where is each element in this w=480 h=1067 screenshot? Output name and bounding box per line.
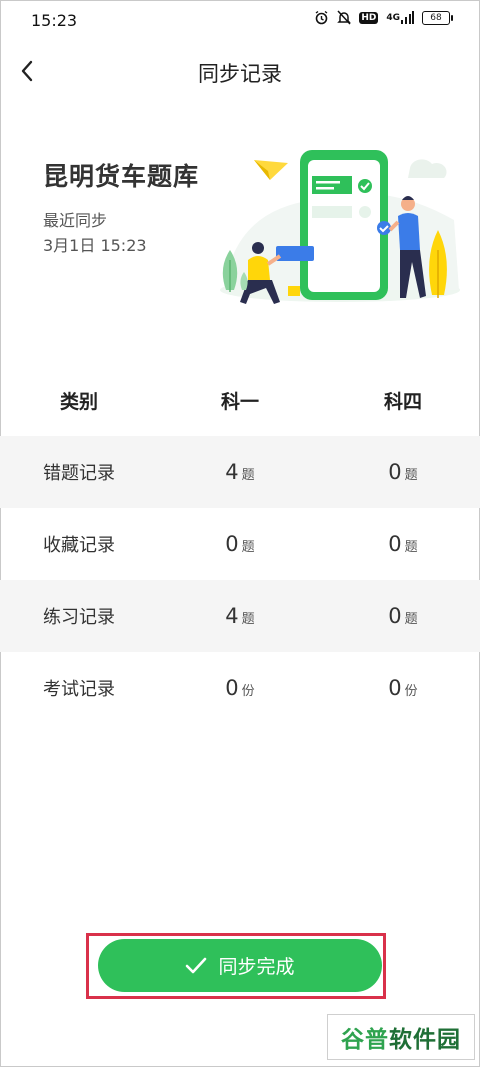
nav-bar: 同步记录 bbox=[0, 42, 480, 104]
status-time: 15:23 bbox=[31, 11, 78, 30]
count-unit: 题 bbox=[404, 612, 418, 627]
table-header: 类别 科一 科四 bbox=[0, 364, 480, 436]
count-value: 0 bbox=[388, 604, 402, 628]
checkmark-icon bbox=[185, 957, 207, 975]
count-value: 4 bbox=[225, 604, 239, 628]
subject-one-count: 4题 bbox=[160, 460, 320, 484]
count-unit: 题 bbox=[404, 468, 418, 483]
table-row-practice: 练习记录 4题 0题 bbox=[0, 580, 480, 652]
signal-icon: 4G bbox=[386, 11, 414, 24]
count-unit: 份 bbox=[404, 684, 418, 699]
records-table: 类别 科一 科四 错题记录 4题 0题 收藏记录 0题 0题 练习记录 4题 0… bbox=[0, 364, 480, 724]
count-unit: 题 bbox=[404, 540, 418, 555]
table-row-wrong-questions: 错题记录 4题 0题 bbox=[0, 436, 480, 508]
count-value: 0 bbox=[225, 676, 239, 700]
subject-four-count: 0题 bbox=[320, 460, 480, 484]
network-label: 4G bbox=[386, 12, 400, 23]
subject-four-count: 0题 bbox=[320, 532, 480, 556]
count-value: 0 bbox=[388, 532, 402, 556]
header-category: 类别 bbox=[60, 390, 99, 413]
subject-one-count: 0份 bbox=[160, 676, 320, 700]
subject-four-count: 0份 bbox=[320, 676, 480, 700]
watermark-part-1: 谷普 bbox=[341, 1027, 389, 1053]
bell-off-icon bbox=[337, 10, 352, 25]
count-unit: 题 bbox=[241, 540, 255, 555]
row-label: 考试记录 bbox=[43, 679, 115, 700]
count-value: 0 bbox=[225, 532, 239, 556]
last-sync-label: 最近同步 bbox=[43, 211, 108, 230]
subject-four-count: 0题 bbox=[320, 604, 480, 628]
hd-badge: HD bbox=[359, 11, 379, 24]
last-sync-time: 3月1日 15:23 bbox=[43, 236, 147, 255]
table-row-exams: 考试记录 0份 0份 bbox=[0, 652, 480, 724]
count-value: 0 bbox=[388, 676, 402, 700]
count-unit: 份 bbox=[241, 684, 255, 699]
battery-icon: 68 bbox=[422, 10, 453, 25]
sync-complete-label: 同步完成 bbox=[218, 956, 295, 978]
count-value: 4 bbox=[225, 460, 239, 484]
sync-illustration bbox=[220, 150, 460, 304]
watermark-logo: 谷普 软件园 bbox=[327, 1014, 475, 1060]
alarm-icon bbox=[314, 10, 329, 25]
row-label: 收藏记录 bbox=[43, 535, 115, 556]
page-title: 同步记录 bbox=[198, 62, 282, 86]
row-label: 练习记录 bbox=[43, 607, 115, 628]
count-value: 0 bbox=[388, 460, 402, 484]
subject-one-count: 4题 bbox=[160, 604, 320, 628]
status-icons: HD 4G 68 bbox=[314, 10, 453, 25]
count-unit: 题 bbox=[241, 612, 255, 627]
question-bank-title: 昆明货车题库 bbox=[43, 162, 200, 191]
header-subject-four: 科四 bbox=[383, 390, 422, 413]
subject-one-count: 0题 bbox=[160, 532, 320, 556]
row-label: 错题记录 bbox=[43, 463, 115, 484]
header-subject-one: 科一 bbox=[220, 390, 259, 413]
watermark-part-2: 软件园 bbox=[389, 1027, 461, 1053]
table-row-favorites: 收藏记录 0题 0题 bbox=[0, 508, 480, 580]
count-unit: 题 bbox=[241, 468, 255, 483]
sync-complete-button[interactable]: 同步完成 bbox=[98, 939, 382, 992]
status-bar: 15:23 HD 4G 68 bbox=[0, 0, 480, 42]
